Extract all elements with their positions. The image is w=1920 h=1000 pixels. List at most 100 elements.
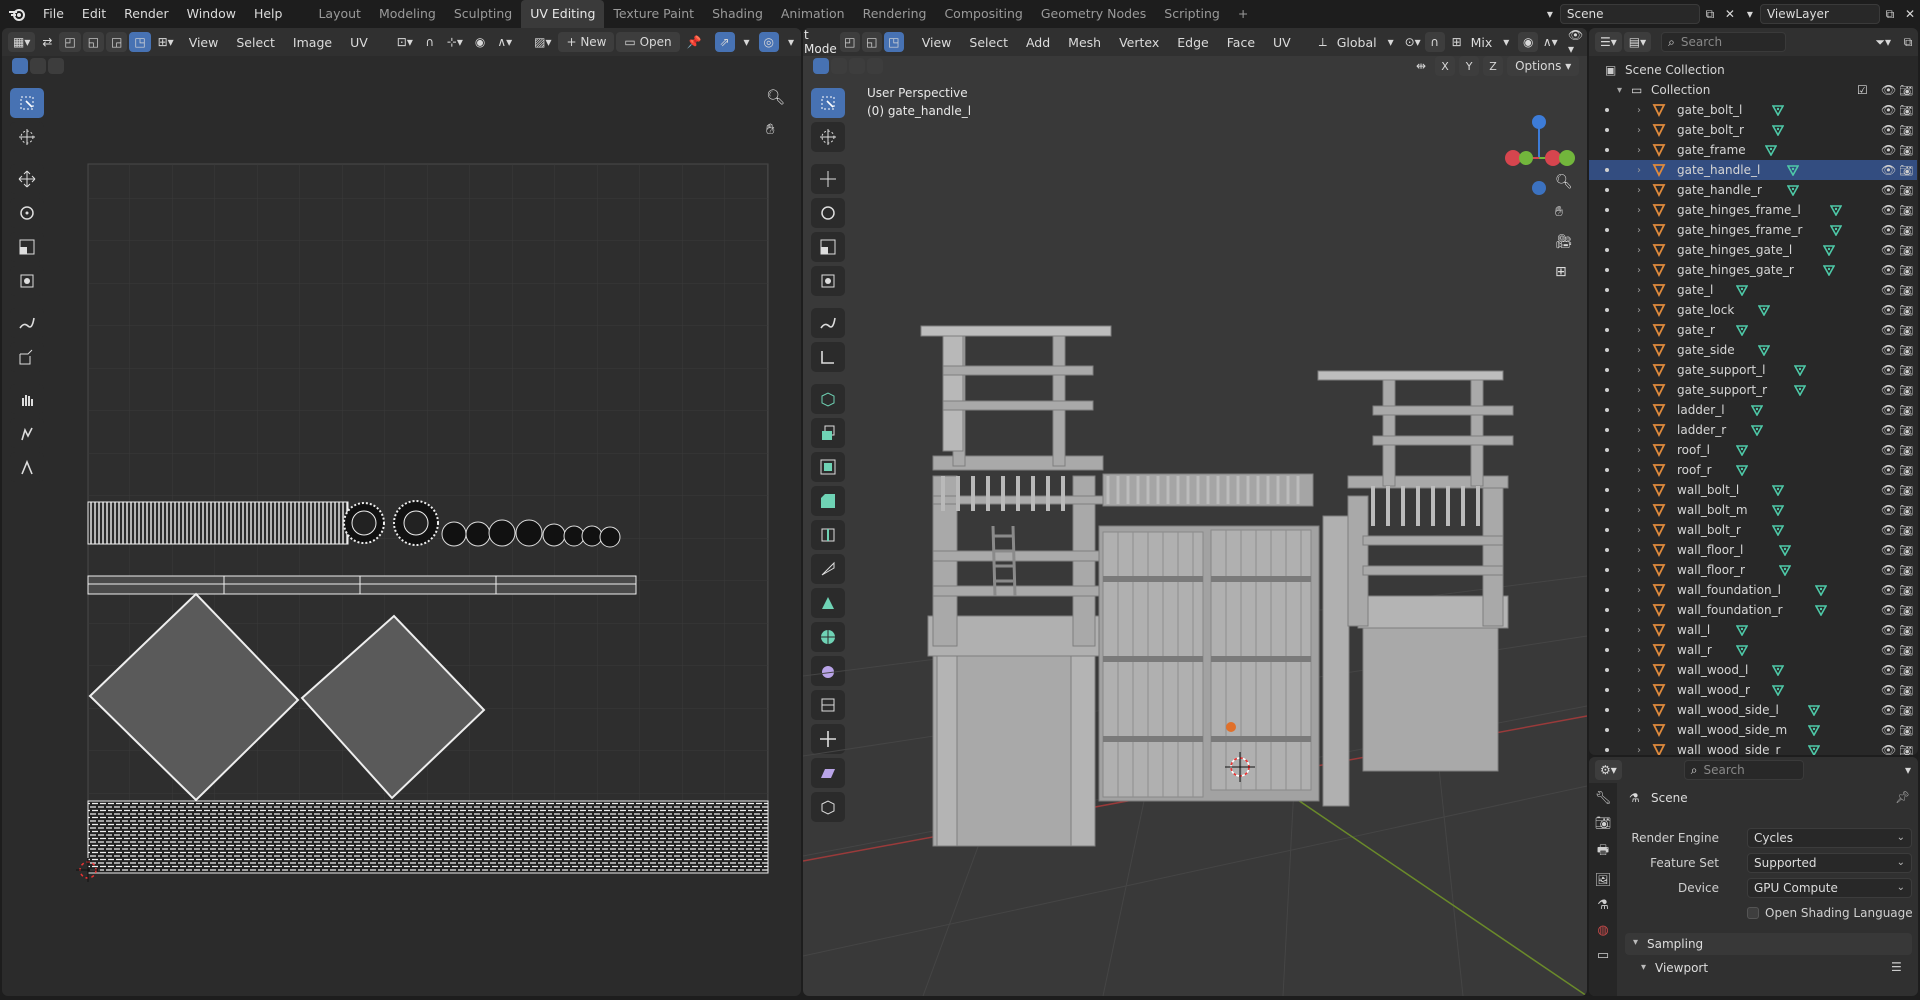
- render-toggle-icon[interactable]: 📷︎: [1899, 184, 1913, 197]
- mesh-data-icon[interactable]: [1757, 344, 1770, 356]
- mesh-data-icon[interactable]: [1757, 304, 1770, 316]
- feature-set-dropdown[interactable]: Supported ⌄: [1747, 853, 1912, 873]
- outliner-row-wall-l[interactable]: › wall_l 👁︎ 📷︎: [1589, 620, 1917, 640]
- mesh-data-icon[interactable]: [1772, 664, 1785, 676]
- render-toggle-icon[interactable]: 📷︎: [1899, 304, 1913, 317]
- expand-arrow-icon[interactable]: ›: [1637, 385, 1641, 396]
- outliner-row-wall-bolt-m[interactable]: › wall_bolt_m 👁︎ 📷︎: [1589, 500, 1917, 520]
- collection-render-icon[interactable]: 📷︎: [1899, 84, 1913, 97]
- expand-arrow-icon[interactable]: ›: [1637, 405, 1641, 416]
- render-toggle-icon[interactable]: 📷︎: [1899, 584, 1913, 597]
- expand-arrow-icon[interactable]: ›: [1637, 185, 1641, 196]
- new-collection-icon[interactable]: ⧉: [1898, 32, 1918, 52]
- mesh-data-icon[interactable]: [1829, 204, 1842, 216]
- osl-checkbox[interactable]: [1747, 907, 1759, 919]
- render-toggle-icon[interactable]: 📷︎: [1899, 624, 1913, 637]
- expand-arrow-icon[interactable]: ›: [1637, 725, 1641, 736]
- visibility-toggle-icon[interactable]: 👁︎: [1881, 503, 1896, 517]
- outliner-row-wall-bolt-r[interactable]: › wall_bolt_r 👁︎ 📷︎: [1589, 520, 1917, 540]
- menu-edit[interactable]: Edit: [73, 0, 115, 28]
- outliner-row-gate-lock[interactable]: › gate_lock 👁︎ 📷︎: [1589, 300, 1917, 320]
- mesh-data-icon[interactable]: [1772, 104, 1785, 116]
- vp-menu-vertex[interactable]: Vertex: [1111, 35, 1167, 50]
- menu-window[interactable]: Window: [178, 0, 245, 28]
- mesh-data-icon[interactable]: [1750, 424, 1763, 436]
- expand-arrow-icon[interactable]: ›: [1637, 285, 1641, 296]
- visibility-toggle-icon[interactable]: 👁︎: [1881, 723, 1896, 737]
- orientation-icon[interactable]: ⟂: [1313, 32, 1333, 52]
- visibility-toggle-icon[interactable]: 👁︎: [1881, 423, 1896, 437]
- collection-visibility-icon[interactable]: 👁︎: [1881, 83, 1896, 97]
- outliner-search[interactable]: ⌕ Search: [1661, 32, 1787, 52]
- outliner-row-gate-support-r[interactable]: › gate_support_r 👁︎ 📷︎: [1589, 380, 1917, 400]
- render-toggle-icon[interactable]: 📷︎: [1899, 644, 1913, 657]
- visibility-toggle-icon[interactable]: 👁︎: [1881, 163, 1896, 177]
- expand-arrow-icon[interactable]: ›: [1637, 125, 1641, 136]
- outliner-row-gate-l[interactable]: › gate_l 👁︎ 📷︎: [1589, 280, 1917, 300]
- visibility-toggle-icon[interactable]: 👁︎: [1881, 283, 1896, 297]
- world-tab-icon[interactable]: ◍: [1597, 923, 1608, 938]
- mesh-data-icon[interactable]: [1793, 384, 1806, 396]
- expand-arrow-icon[interactable]: ›: [1637, 665, 1641, 676]
- outliner-row-wall-floor-r[interactable]: › wall_floor_r 👁︎ 📷︎: [1589, 560, 1917, 580]
- vp-menu-mesh[interactable]: Mesh: [1060, 35, 1109, 50]
- outliner-row-gate-handle-l[interactable]: › gate_handle_l 👁︎ 📷︎: [1589, 160, 1917, 180]
- expand-arrow-icon[interactable]: ›: [1637, 425, 1641, 436]
- mesh-data-icon[interactable]: [1793, 364, 1806, 376]
- expand-arrow-icon[interactable]: ›: [1637, 205, 1641, 216]
- mesh-data-icon[interactable]: [1815, 584, 1828, 596]
- tool-tab-icon[interactable]: 🔧︎: [1595, 791, 1612, 806]
- render-toggle-icon[interactable]: 📷︎: [1899, 404, 1913, 417]
- mesh-data-icon[interactable]: [1736, 324, 1749, 336]
- gate-handle-origin[interactable]: [1226, 722, 1236, 732]
- expand-arrow-icon[interactable]: ›: [1637, 605, 1641, 616]
- outliner-row-gate-hinges-gate-r[interactable]: › gate_hinges_gate_r 👁︎ 📷︎: [1589, 260, 1917, 280]
- outliner-row-wall-foundation-l[interactable]: › wall_foundation_l 👁︎ 📷︎: [1589, 580, 1917, 600]
- tab-texture-paint[interactable]: Texture Paint: [604, 0, 703, 28]
- outliner-row-wall-foundation-r[interactable]: › wall_foundation_r 👁︎ 📷︎: [1589, 600, 1917, 620]
- menu-render[interactable]: Render: [115, 0, 178, 28]
- render-toggle-icon[interactable]: 📷︎: [1899, 464, 1913, 477]
- mesh-data-icon[interactable]: [1736, 644, 1749, 656]
- visibility-toggle-icon[interactable]: 👁︎: [1881, 663, 1896, 677]
- tab-rendering[interactable]: Rendering: [854, 0, 936, 28]
- outliner-row-gate-handle-r[interactable]: › gate_handle_r 👁︎ 📷︎: [1589, 180, 1917, 200]
- outliner-row-wall-r[interactable]: › wall_r 👁︎ 📷︎: [1589, 640, 1917, 660]
- scene-selector[interactable]: Scene: [1559, 4, 1700, 24]
- render-toggle-icon[interactable]: 📷︎: [1899, 264, 1913, 277]
- uv-island-ring-1-inner[interactable]: [351, 510, 377, 536]
- tab-layout[interactable]: Layout: [309, 0, 370, 28]
- outliner-row-wall-wood-side-l[interactable]: › wall_wood_side_l 👁︎ 📷︎: [1589, 700, 1917, 720]
- mesh-data-icon[interactable]: [1808, 724, 1821, 736]
- visibility-toggle-icon[interactable]: 👁︎: [1881, 383, 1896, 397]
- render-toggle-icon[interactable]: 📷︎: [1899, 204, 1913, 217]
- expand-arrow-icon[interactable]: ›: [1637, 165, 1641, 176]
- mesh-data-icon[interactable]: [1772, 684, 1785, 696]
- visibility-toggle-icon[interactable]: 👁︎: [1881, 343, 1896, 357]
- expand-arrow-icon[interactable]: ›: [1637, 105, 1641, 116]
- visibility-toggle-icon[interactable]: 👁︎: [1881, 623, 1896, 637]
- mesh-data-icon[interactable]: [1786, 164, 1799, 176]
- blender-logo-icon[interactable]: [0, 0, 34, 28]
- visibility-toggle-icon[interactable]: 👁︎: [1881, 603, 1896, 617]
- vp-menu-face[interactable]: Face: [1219, 35, 1263, 50]
- display-mode-icon[interactable]: ▤▾: [1623, 32, 1652, 52]
- render-toggle-icon[interactable]: 📷︎: [1899, 164, 1913, 177]
- viewport-subpanel-header[interactable]: ▾ Viewport ☰: [1633, 958, 1912, 980]
- snap-target-selector[interactable]: Mix: [1469, 35, 1495, 50]
- properties-search[interactable]: ⌕ Search: [1683, 760, 1804, 780]
- mesh-data-icon[interactable]: [1829, 224, 1842, 236]
- expand-arrow-icon[interactable]: ›: [1637, 445, 1641, 456]
- mesh-data-icon[interactable]: [1772, 524, 1785, 536]
- render-toggle-icon[interactable]: 📷︎: [1899, 544, 1913, 557]
- expand-arrow-icon[interactable]: ›: [1637, 145, 1641, 156]
- expand-arrow-icon[interactable]: ›: [1637, 345, 1641, 356]
- visibility-toggle-icon[interactable]: 👁︎: [1881, 263, 1896, 277]
- render-toggle-icon[interactable]: 📷︎: [1899, 144, 1913, 157]
- view-layer-selector[interactable]: ViewLayer: [1759, 4, 1880, 24]
- render-tab-icon[interactable]: 📷︎: [1595, 816, 1612, 831]
- render-toggle-icon[interactable]: 📷︎: [1899, 104, 1913, 117]
- snap-mix-icon[interactable]: ⊞: [1447, 32, 1467, 52]
- expand-arrow-icon[interactable]: ›: [1637, 705, 1641, 716]
- render-toggle-icon[interactable]: 📷︎: [1899, 124, 1913, 137]
